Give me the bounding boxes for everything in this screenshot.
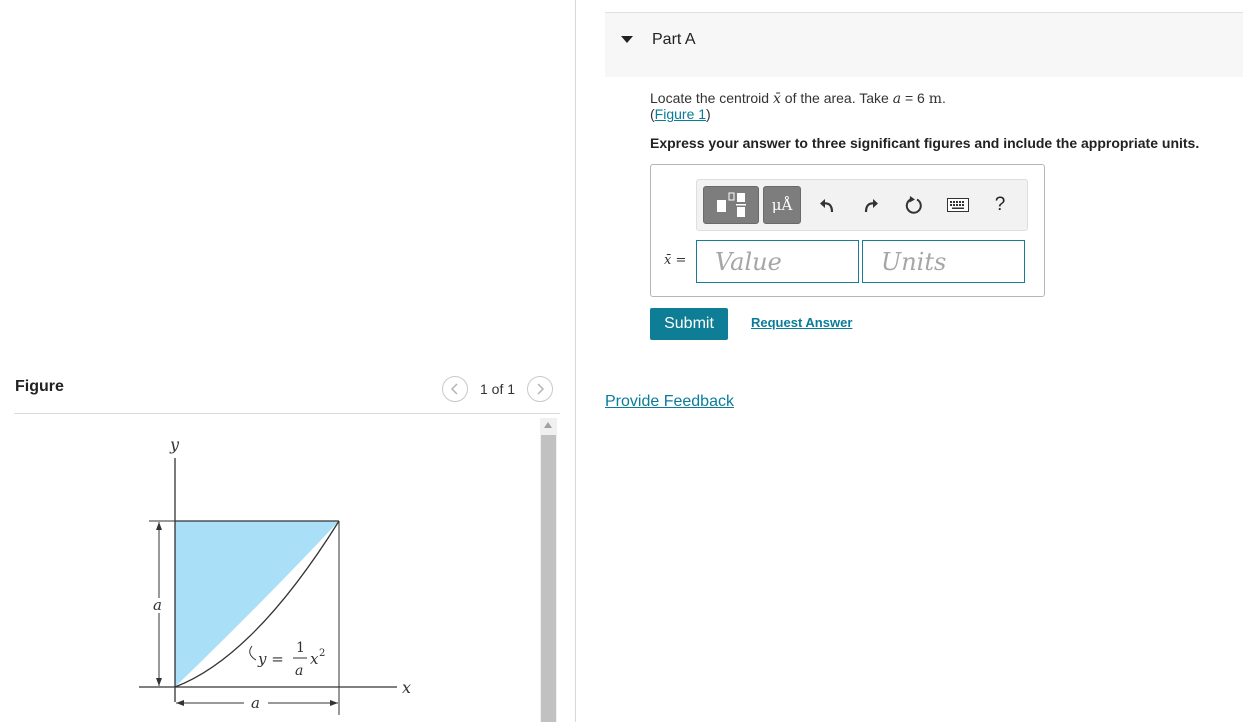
figure-header: Figure 1 of 1 xyxy=(14,376,560,414)
units-input[interactable] xyxy=(862,240,1025,283)
y-axis-label: y xyxy=(169,435,180,454)
previous-figure-button[interactable] xyxy=(442,376,468,402)
templates-icon xyxy=(717,192,746,217)
figure-title: Figure xyxy=(15,378,64,395)
scroll-up-arrow-icon[interactable] xyxy=(544,422,552,428)
scrollbar-thumb[interactable] xyxy=(541,435,556,722)
curve-equation-denominator: a xyxy=(295,663,303,679)
symbols-button[interactable]: μÅ xyxy=(763,186,801,224)
instructions: Express your answer to three significant… xyxy=(650,135,1200,151)
pane-divider[interactable] xyxy=(575,0,576,722)
submit-button[interactable]: Submit xyxy=(650,308,728,340)
figure-link-line: (Figure 1) xyxy=(650,106,711,122)
redo-button[interactable] xyxy=(853,186,887,224)
reset-icon xyxy=(905,196,922,214)
next-figure-button[interactable] xyxy=(527,376,554,402)
width-dimension-label: a xyxy=(251,694,260,712)
question-end: . xyxy=(942,90,946,106)
pager-text: 1 of 1 xyxy=(480,381,516,397)
centroid-diagram: a a y x y = 1 a x 2 xyxy=(139,435,411,715)
templates-button[interactable] xyxy=(703,186,759,224)
curve-equation-exponent: 2 xyxy=(319,648,325,659)
curve-equation-lhs: y = xyxy=(257,650,284,668)
x-axis-label: x xyxy=(402,678,411,697)
provide-feedback-link[interactable]: Provide Feedback xyxy=(605,393,734,411)
figure-link[interactable]: Figure 1 xyxy=(655,106,706,122)
part-header[interactable]: Part A xyxy=(605,12,1243,77)
question-variable: a xyxy=(892,91,902,107)
figure-link-close: ) xyxy=(706,106,711,122)
height-dimension-label: a xyxy=(153,596,162,614)
chevron-right-icon xyxy=(537,383,545,395)
request-answer-link[interactable]: Request Answer xyxy=(751,315,852,330)
keyboard-button[interactable] xyxy=(941,186,975,224)
value-input[interactable] xyxy=(696,240,859,283)
answer-box: μÅ ? x̄ = Value Units xyxy=(650,164,1045,297)
chevron-left-icon xyxy=(450,383,458,395)
part-title: Part A xyxy=(652,31,696,48)
reset-button[interactable] xyxy=(897,186,931,224)
figure-scrollbar[interactable] xyxy=(540,418,557,722)
question-prefix: Locate the centroid xyxy=(650,90,770,106)
help-button[interactable]: ? xyxy=(983,186,1017,224)
collapse-caret-icon[interactable] xyxy=(621,36,633,43)
figure-panel: Figure 1 of 1 a a y x y = 1 a x 2 xyxy=(0,0,575,722)
question-value: = 6 xyxy=(904,90,925,106)
figure-pager: 1 of 1 xyxy=(442,376,554,402)
math-toolbar: μÅ ? xyxy=(696,179,1028,231)
equation-leader xyxy=(249,645,257,661)
keyboard-icon xyxy=(947,198,969,212)
undo-icon xyxy=(820,199,834,213)
curve-equation-variable: x xyxy=(310,650,319,668)
question-middle: of the area. Take xyxy=(784,90,889,106)
question-symbol: x̄ xyxy=(772,91,781,107)
figure-image: a a y x y = 1 a x 2 xyxy=(14,418,540,722)
curve-equation-numerator: 1 xyxy=(296,640,305,656)
answer-variable-label: x̄ = xyxy=(664,253,687,268)
redo-icon xyxy=(864,199,878,213)
undo-button[interactable] xyxy=(811,186,845,224)
question-unit: m xyxy=(928,91,942,107)
